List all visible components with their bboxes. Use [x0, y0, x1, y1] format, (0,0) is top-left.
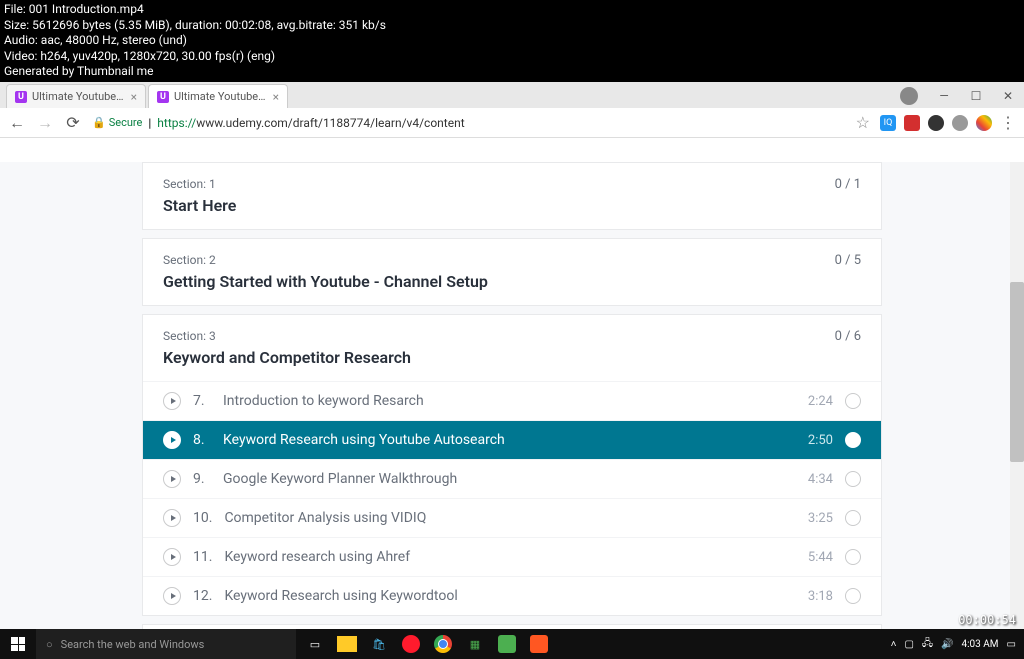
user-icon[interactable]: [900, 87, 918, 105]
extension-icon[interactable]: [952, 115, 968, 131]
lecture-row[interactable]: 8. Keyword Research using Youtube Autose…: [143, 420, 881, 459]
completion-toggle[interactable]: [845, 510, 861, 526]
scrollbar[interactable]: [1010, 162, 1024, 629]
lecture-title: Google Keyword Planner Walkthrough: [223, 471, 796, 487]
extension-icon[interactable]: [904, 115, 920, 131]
lecture-duration: 2:24: [808, 394, 833, 409]
url-input[interactable]: 🔒 Secure | https://www.udemy.com/draft/1…: [92, 116, 846, 130]
lecture-duration: 2:50: [808, 433, 833, 448]
back-button[interactable]: ←: [8, 113, 26, 133]
maximize-button[interactable]: ☐: [970, 90, 982, 102]
browser-tab[interactable]: U Ultimate Youtube Course ×: [148, 84, 288, 108]
lecture-row[interactable]: 9. Google Keyword Planner Walkthrough 4:…: [143, 459, 881, 498]
windows-taskbar: ○ Search the web and Windows ▭ 🛍 ▦ ˄ ▢ 🖧…: [0, 629, 1024, 659]
lecture-title: Keyword research using Ahref: [224, 549, 795, 565]
section-title: Start Here: [163, 196, 861, 215]
play-icon: [163, 587, 181, 605]
play-icon: [163, 392, 181, 410]
reload-button[interactable]: ⟳: [64, 113, 82, 132]
app-icon[interactable]: ▦: [460, 629, 490, 659]
section-label: Section: 2: [163, 253, 216, 268]
section-progress: 0 / 6: [835, 329, 861, 344]
lecture-duration: 5:44: [808, 550, 833, 565]
lecture-row[interactable]: 10. Competitor Analysis using VIDIQ 3:25: [143, 498, 881, 537]
lecture-number: 12.: [193, 588, 212, 604]
completion-toggle[interactable]: [845, 549, 861, 565]
completion-toggle[interactable]: [845, 471, 861, 487]
lecture-number: 10.: [193, 510, 212, 526]
udemy-favicon: U: [15, 91, 27, 103]
lecture-number: 11.: [193, 549, 212, 565]
play-icon: [163, 509, 181, 527]
start-button[interactable]: [0, 629, 36, 659]
tab-title: Ultimate Youtube Course: [32, 90, 126, 103]
lecture-number: 7.: [193, 393, 211, 409]
opera-icon[interactable]: [396, 629, 426, 659]
completion-toggle[interactable]: [845, 432, 861, 448]
lecture-duration: 3:25: [808, 511, 833, 526]
udemy-favicon: U: [157, 91, 169, 103]
lecture-title: Keyword Research using Keywordtool: [224, 588, 795, 604]
volume-icon[interactable]: 🔊: [941, 639, 953, 650]
taskbar-search[interactable]: ○ Search the web and Windows: [36, 629, 296, 659]
lecture-row[interactable]: 7. Introduction to keyword Resarch 2:24: [143, 381, 881, 420]
lecture-title: Keyword Research using Youtube Autosearc…: [223, 432, 796, 448]
search-icon: ○: [46, 638, 53, 651]
section-title: Keyword and Competitor Research: [163, 348, 861, 367]
close-icon[interactable]: ×: [131, 90, 137, 104]
play-icon: [163, 470, 181, 488]
lecture-row[interactable]: 11. Keyword research using Ahref 5:44: [143, 537, 881, 576]
minimize-button[interactable]: —: [938, 90, 950, 102]
completion-toggle[interactable]: [845, 393, 861, 409]
tray-icon[interactable]: ▢: [904, 639, 913, 650]
browser-tab[interactable]: U Ultimate Youtube Course ×: [6, 84, 146, 108]
lecture-title: Competitor Analysis using VIDIQ: [224, 510, 795, 526]
extension-icon[interactable]: IQ: [880, 115, 896, 131]
store-icon[interactable]: 🛍: [364, 629, 394, 659]
section-label: Section: 3: [163, 329, 216, 344]
section-card[interactable]: Section: 2 0 / 5 Getting Started with Yo…: [142, 238, 882, 306]
task-view-button[interactable]: ▭: [300, 629, 330, 659]
address-bar: ← → ⟳ 🔒 Secure | https://www.udemy.com/d…: [0, 108, 1024, 138]
lecture-duration: 3:18: [808, 589, 833, 604]
lecture-duration: 4:34: [808, 472, 833, 487]
tab-title: Ultimate Youtube Course: [174, 90, 268, 103]
lecture-title: Introduction to keyword Resarch: [223, 393, 796, 409]
play-icon: [163, 548, 181, 566]
play-icon: [163, 431, 181, 449]
course-content: Section: 1 0 / 1 Start Here Section: 2 0…: [0, 162, 1024, 629]
windows-logo-icon: [11, 637, 25, 651]
browser-tabbar: U Ultimate Youtube Course × U Ultimate Y…: [0, 80, 1024, 108]
lock-icon: 🔒 Secure: [92, 116, 142, 129]
video-timestamp: 00:00:54: [958, 613, 1016, 627]
video-metadata-overlay: File: 001 Introduction.mp4 Size: 5612696…: [0, 0, 1024, 82]
close-icon[interactable]: ×: [273, 90, 279, 104]
star-icon[interactable]: ☆: [856, 113, 870, 132]
app-icon[interactable]: [524, 629, 554, 659]
lecture-number: 9.: [193, 471, 211, 487]
section-progress: 0 / 5: [835, 253, 861, 268]
clock[interactable]: 4:03 AM: [962, 639, 999, 650]
scrollbar-thumb[interactable]: [1010, 282, 1024, 462]
app-icon[interactable]: [492, 629, 522, 659]
lecture-row[interactable]: 12. Keyword Research using Keywordtool 3…: [143, 576, 881, 615]
completion-toggle[interactable]: [845, 588, 861, 604]
section-card[interactable]: Section: 1 0 / 1 Start Here: [142, 162, 882, 230]
section-title: Getting Started with Youtube - Channel S…: [163, 272, 861, 291]
extension-icon[interactable]: [928, 115, 944, 131]
file-explorer-icon[interactable]: [337, 636, 357, 652]
lecture-number: 8.: [193, 432, 211, 448]
section-progress: 0 / 1: [835, 177, 861, 192]
chrome-icon[interactable]: [428, 629, 458, 659]
forward-button[interactable]: →: [36, 113, 54, 133]
section-card[interactable]: Section: 3 0 / 6 Keyword and Competitor …: [142, 314, 882, 616]
network-icon[interactable]: 🖧: [922, 636, 933, 653]
close-button[interactable]: ✕: [1002, 90, 1014, 102]
notifications-icon[interactable]: ▭: [1007, 639, 1016, 650]
tray-chevron-icon[interactable]: ˄: [891, 639, 897, 650]
extension-icon[interactable]: [976, 115, 992, 131]
menu-icon[interactable]: ⋮: [1000, 113, 1016, 132]
section-label: Section: 1: [163, 177, 216, 192]
